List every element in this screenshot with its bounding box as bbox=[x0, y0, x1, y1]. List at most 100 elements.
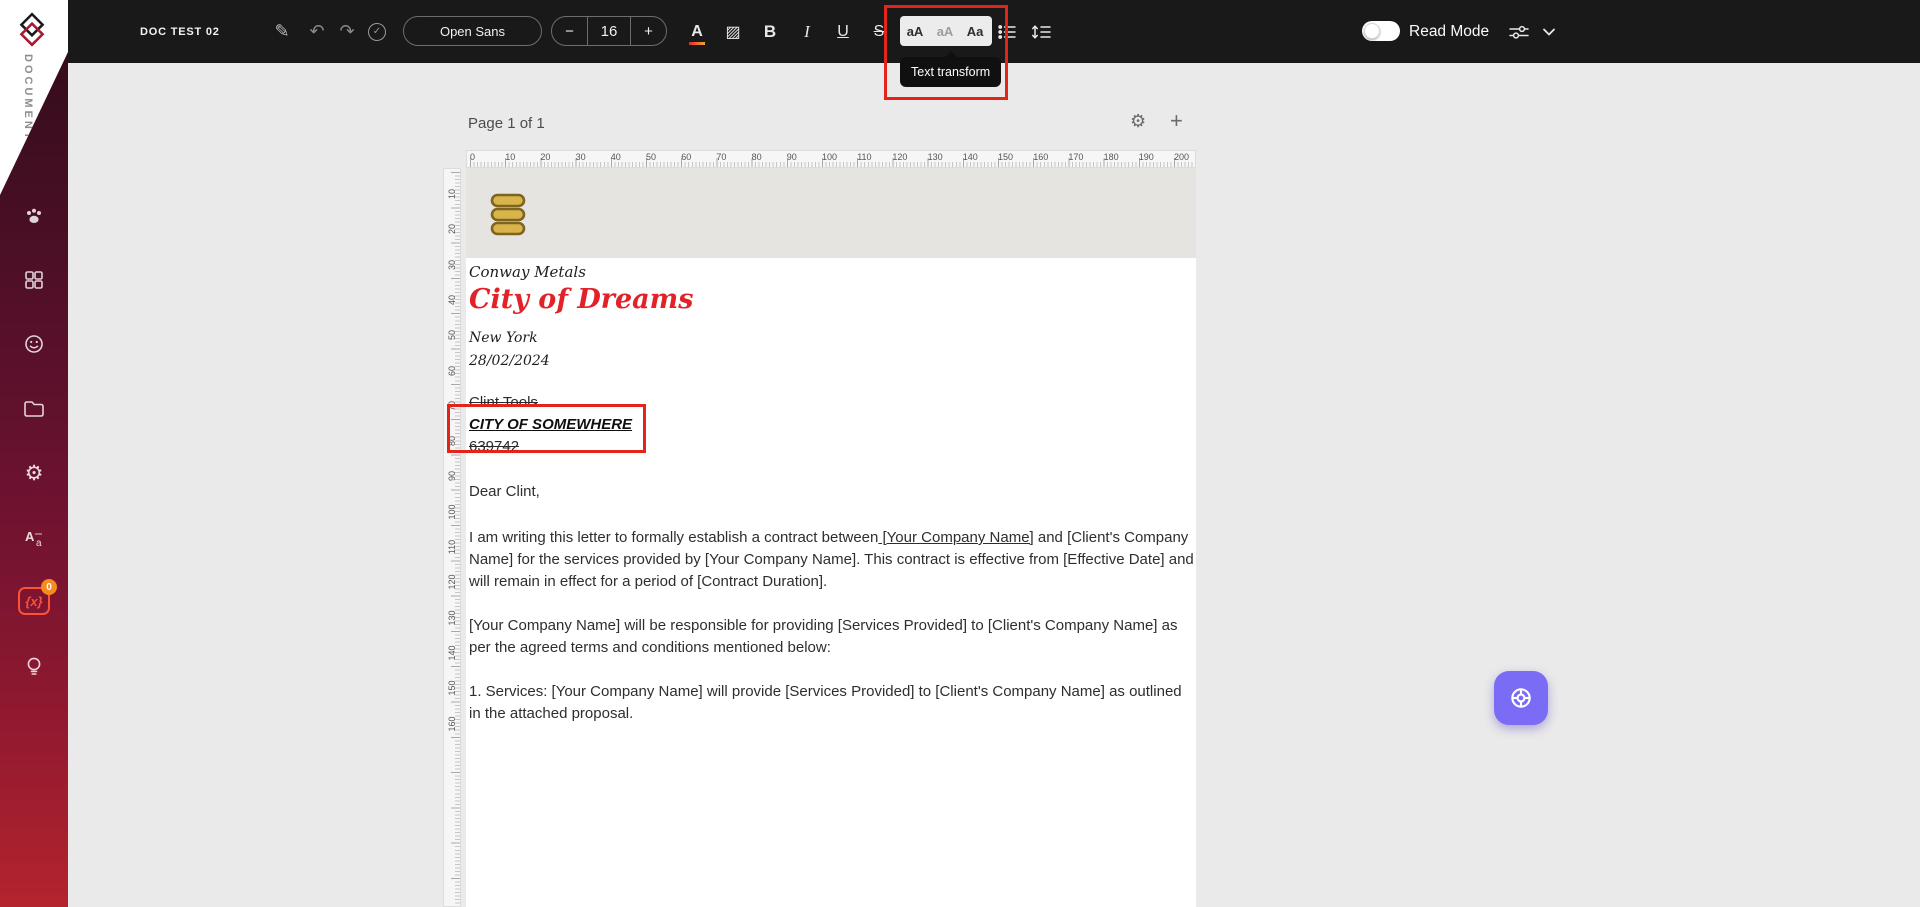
toggle-knob bbox=[1364, 23, 1380, 39]
variables-label: {x} bbox=[25, 593, 43, 609]
line-spacing-icon bbox=[1031, 24, 1051, 39]
vertical-ruler: 10 20 30 40 50 60 70 80 90 100 110 120 130 140 150 160 bbox=[443, 168, 461, 907]
italic-button[interactable]: I bbox=[794, 0, 820, 63]
svg-text:A: A bbox=[25, 529, 35, 544]
salutation-line[interactable]: Dear Clint, bbox=[469, 483, 540, 500]
sidebar-item-files[interactable] bbox=[21, 395, 47, 421]
document-page[interactable]: Conway Metals City of Dreams New York 28… bbox=[466, 168, 1196, 907]
help-fab-button[interactable] bbox=[1494, 671, 1548, 725]
font-size-increase-button[interactable]: + bbox=[630, 17, 666, 45]
ruler-number: 80 bbox=[751, 152, 762, 162]
letterhead-strip bbox=[466, 168, 1196, 258]
variables-badge: 0 bbox=[41, 579, 57, 595]
ruler-number: 110 bbox=[857, 152, 872, 162]
gear-icon: ⚙ bbox=[24, 461, 44, 485]
expand-menu-button[interactable] bbox=[1536, 0, 1562, 63]
check-circle-icon: ✓ bbox=[368, 22, 386, 41]
ruler-number: 150 bbox=[447, 680, 457, 696]
sidebar-item-translate[interactable]: A a bbox=[21, 525, 47, 551]
chevron-down-icon bbox=[1543, 28, 1555, 36]
ruler-number: 60 bbox=[681, 152, 692, 162]
color-bar bbox=[689, 41, 705, 45]
font-family-select[interactable]: Open Sans bbox=[403, 16, 542, 46]
top-toolbar: DOC TEST 02 ✎ ↶ ↷ ✓ Open Sans − 16 + A ▨… bbox=[68, 0, 1920, 63]
undo-icon[interactable]: ↶ bbox=[305, 0, 329, 63]
letter-paragraph-1[interactable]: I am writing this letter to formally est… bbox=[469, 527, 1194, 593]
svg-text:a: a bbox=[36, 538, 42, 549]
edit-pencil-icon[interactable]: ✎ bbox=[270, 0, 294, 63]
add-page-icon[interactable]: + bbox=[1170, 108, 1183, 134]
ruler-number: 50 bbox=[646, 152, 657, 162]
highlight-button[interactable]: ▨ bbox=[720, 0, 746, 63]
letterhead-city[interactable]: New York bbox=[469, 330, 538, 346]
line-spacing-button[interactable] bbox=[1028, 0, 1054, 63]
font-color-button[interactable]: A bbox=[684, 0, 710, 63]
left-sidebar: DOCUMENT ⚙ A a {x} 0 bbox=[0, 0, 68, 907]
ruler-number: 110 bbox=[447, 539, 457, 555]
letter-date[interactable]: 28/02/2024 bbox=[469, 353, 550, 369]
ruler-number: 40 bbox=[610, 152, 621, 162]
lowercase-button[interactable]: aA bbox=[930, 16, 960, 46]
sidebar-item-variables[interactable]: {x} 0 bbox=[18, 579, 57, 615]
bullet-list-button[interactable] bbox=[994, 0, 1020, 63]
letter-paragraph-3[interactable]: 1. Services: [Your Company Name] will pr… bbox=[469, 681, 1194, 725]
inserted-company-line[interactable]: CITY OF SOMEWHERE bbox=[469, 416, 632, 433]
blocks-grid-icon bbox=[25, 271, 43, 289]
ruler-number: 140 bbox=[962, 152, 978, 162]
ruler-number: 40 bbox=[447, 294, 457, 305]
lightbulb-icon bbox=[27, 657, 41, 675]
sidebar-item-settings[interactable]: ⚙ bbox=[21, 460, 47, 486]
sidebar-item-ideas[interactable] bbox=[21, 653, 47, 679]
app-logo-icon bbox=[19, 12, 45, 47]
ruler-number: 120 bbox=[892, 152, 908, 162]
bold-button[interactable]: B bbox=[757, 0, 783, 63]
document-title: DOC TEST 02 bbox=[140, 25, 220, 38]
ruler-number: 130 bbox=[447, 610, 457, 626]
face-icon bbox=[25, 335, 43, 353]
ruler-number: 160 bbox=[447, 715, 457, 732]
ruler-number: 190 bbox=[1138, 152, 1154, 162]
strikethrough-button[interactable]: S bbox=[866, 0, 892, 63]
folder-icon bbox=[24, 401, 44, 417]
ruler-number: 30 bbox=[447, 259, 457, 270]
uppercase-button[interactable]: aA bbox=[900, 16, 930, 46]
ruler-number: 10 bbox=[447, 189, 457, 200]
approve-check-icon[interactable]: ✓ bbox=[368, 0, 386, 63]
sidebar-item-blocks[interactable] bbox=[21, 267, 47, 293]
read-mode-toggle[interactable] bbox=[1362, 21, 1400, 41]
ruler-number: 160 bbox=[1033, 152, 1049, 162]
removed-company-line[interactable]: Clint Tools bbox=[469, 394, 538, 411]
ruler-number: 170 bbox=[1068, 152, 1084, 162]
letter-paragraph-2[interactable]: [Your Company Name] will be responsible … bbox=[469, 615, 1194, 659]
redo-icon[interactable]: ↷ bbox=[335, 0, 359, 63]
ruler-number: 180 bbox=[1103, 152, 1119, 162]
sidebar-item-paw[interactable] bbox=[21, 203, 47, 229]
page-settings-icon[interactable]: ⚙ bbox=[1130, 111, 1146, 132]
brand-document-label: DOCUMENT bbox=[22, 54, 34, 142]
para1-underlined-text: [Your Company Name] bbox=[878, 529, 1034, 546]
ruler-number: 120 bbox=[447, 574, 457, 590]
sidebar-item-persona[interactable] bbox=[21, 331, 47, 357]
font-color-icon: A bbox=[689, 23, 705, 45]
view-settings-button[interactable] bbox=[1506, 0, 1532, 63]
editor-canvas: Page 1 of 1 ⚙ + 0 10 20 30 40 50 60 70 80 90 100 11… bbox=[68, 63, 1920, 907]
text-transform-group: aA aA Aa bbox=[900, 16, 992, 46]
ruler-number: 70 bbox=[716, 152, 727, 162]
page-indicator: Page 1 of 1 bbox=[468, 115, 545, 132]
underline-button[interactable]: U bbox=[830, 0, 856, 63]
horizontal-ruler: 0 10 20 30 40 50 60 70 80 90 100 110 120 130 140 150 160… bbox=[466, 150, 1196, 168]
ruler-number: 130 bbox=[927, 152, 943, 162]
font-size-value[interactable]: 16 bbox=[588, 17, 630, 45]
font-size-decrease-button[interactable]: − bbox=[552, 17, 588, 45]
capitalize-button[interactable]: Aa bbox=[960, 16, 990, 46]
ruler-number: 70 bbox=[447, 400, 457, 411]
letterhead-company-name[interactable]: Conway Metals bbox=[469, 263, 586, 281]
sliders-icon bbox=[1509, 25, 1529, 39]
lifebuoy-icon bbox=[1511, 688, 1531, 708]
translate-icon: A a bbox=[25, 529, 42, 549]
ruler-number: 150 bbox=[998, 152, 1014, 162]
ruler-number: 20 bbox=[540, 152, 551, 162]
ruler-number: 10 bbox=[505, 152, 516, 162]
letterhead-title[interactable]: City of Dreams bbox=[469, 284, 693, 315]
removed-code-line[interactable]: 639742 bbox=[469, 438, 519, 455]
